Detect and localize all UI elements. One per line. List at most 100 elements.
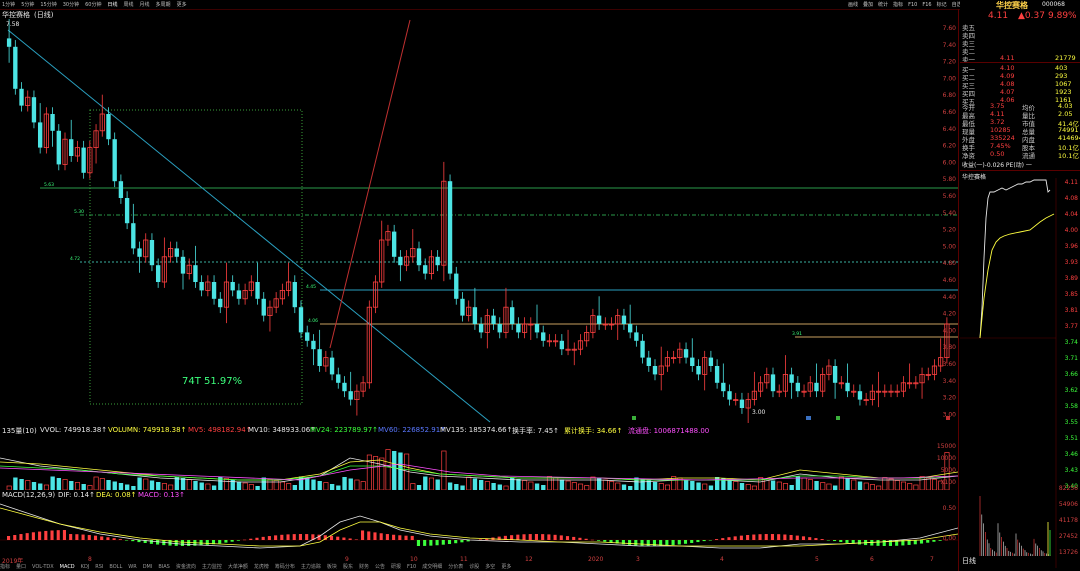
indicator-tabs: 指标 量口 VOL-TDX MACD KDJ RSI BOLL WR DMI BIAS 资金流向 主力… xyxy=(0,563,960,571)
indicator-tab[interactable]: 更多 xyxy=(501,564,511,570)
indicator-tab[interactable]: DMI xyxy=(143,564,153,570)
indicator-tab[interactable]: 多空 xyxy=(485,564,495,570)
indicator-tab[interactable]: 大单净额 xyxy=(228,564,248,570)
indicator-tab[interactable]: 分价表 xyxy=(448,564,463,570)
vol-vvol: VVOL: 749918.38↑ xyxy=(40,426,108,434)
indicator-tab[interactable]: 资金流向 xyxy=(176,564,196,570)
macd-bar xyxy=(56,530,60,540)
indicator-tab[interactable]: KDJ xyxy=(81,564,90,570)
tab-more[interactable]: 更多 xyxy=(177,2,187,8)
date-tick: 3 xyxy=(636,556,640,563)
volume-bar xyxy=(224,478,230,490)
volume-bar xyxy=(559,479,565,490)
tab-daily[interactable]: 日线 xyxy=(108,2,118,8)
ask-row[interactable]: 卖四 xyxy=(960,30,1080,40)
order-book: 卖五 卖四 卖三 卖二 卖一 4.11 21779 买一 4.10 403 买二 4.09 293 买三 4… xyxy=(960,22,1080,106)
candlestick-chart[interactable]: 5.63 5.30 4.72 4.45 4.06 3.91 7.60 7.40 7.20 7.0… xyxy=(0,18,958,423)
bid-row[interactable]: 买四 4.07 1923 xyxy=(960,88,1080,98)
macd-bar xyxy=(808,537,812,540)
indicator-tab[interactable]: 板块 xyxy=(327,564,337,570)
indicator-tab[interactable]: 龙虎榜 xyxy=(254,564,269,570)
intraday-tick: 4.11 xyxy=(1065,179,1079,186)
stat-label: 净资 xyxy=(962,152,975,160)
candle-body xyxy=(416,248,422,266)
bid-row[interactable]: 买二 4.09 293 xyxy=(960,72,1080,82)
stat-row[interactable]: 换手 7.45% 股本 10.1亿 xyxy=(960,142,1080,152)
tab-monthly[interactable]: 月线 xyxy=(140,2,150,8)
indicator-tab[interactable]: BIAS xyxy=(158,564,170,570)
vol-turnover: 换手率: 7.45↑ xyxy=(512,427,560,435)
intraday-chart[interactable]: 4.11 4.08 4.04 4.00 3.96 3.93 3.89 3.85 3.81 3.77… xyxy=(960,178,1080,568)
indicator-tab[interactable]: MACD xyxy=(60,564,75,570)
indicator-tab[interactable]: 公告 xyxy=(375,564,385,570)
indicator-tab[interactable]: 主力追踪 xyxy=(301,564,321,570)
indicator-tab[interactable]: 诊股 xyxy=(469,564,479,570)
tab-1min[interactable]: 1分钟 xyxy=(2,2,15,8)
stat-row[interactable]: 今开 3.75 均价 4.03 xyxy=(960,102,1080,112)
indicator-tab[interactable]: 指标 xyxy=(0,564,10,570)
tab-5min[interactable]: 5分钟 xyxy=(21,2,34,8)
tab-60min[interactable]: 60分钟 xyxy=(85,2,101,8)
volume-chart[interactable]: 15000 10000 5000 X100 xyxy=(0,436,958,490)
mini-tab[interactable]: 日线 xyxy=(962,556,976,566)
tool-overlay[interactable]: 叠加 xyxy=(863,2,873,8)
indicator-tab[interactable]: 成交明细 xyxy=(422,564,442,570)
tab-multi[interactable]: 多周期 xyxy=(156,2,171,8)
volume-bar xyxy=(186,479,192,490)
tool-draw[interactable]: 画线 xyxy=(848,2,858,8)
volume-bar xyxy=(814,481,819,490)
indicator-tab[interactable]: 主力监控 xyxy=(202,564,222,570)
tool-stats[interactable]: 统计 xyxy=(878,2,888,8)
ask-row[interactable]: 卖二 xyxy=(960,46,1080,56)
indicator-tab[interactable]: F10 xyxy=(407,564,416,570)
candle-body xyxy=(714,366,720,383)
indicator-tab[interactable]: 财务 xyxy=(359,564,369,570)
ask-row[interactable]: 卖五 xyxy=(960,22,1080,32)
volume-bar xyxy=(820,482,826,490)
candle-body xyxy=(814,382,819,392)
indicator-tab[interactable]: RSI xyxy=(95,564,103,570)
stat-row[interactable]: 净资 0.50 流通 10.1亿 xyxy=(960,150,1080,160)
tab-weekly[interactable]: 周线 xyxy=(124,2,134,8)
indicator-tab[interactable]: WR xyxy=(128,564,136,570)
stat-row[interactable]: 外盘335224内盘414694 xyxy=(960,134,1080,144)
tool-mark[interactable]: 标记 xyxy=(937,2,947,8)
candle-body xyxy=(491,315,496,324)
candle-body xyxy=(149,240,155,266)
event-marker xyxy=(946,416,950,420)
quote-price-row: 4.11 ▲0.37 9.89% xyxy=(960,11,1080,21)
indicator-tab[interactable]: VOL-TDX xyxy=(32,564,54,570)
macd-chart[interactable]: 0.50 0.00 xyxy=(0,500,958,556)
volume-bar xyxy=(690,481,695,490)
bid-volume: 293 xyxy=(1055,72,1068,80)
volume-bar xyxy=(435,479,440,490)
tool-f10[interactable]: F10 xyxy=(908,2,917,8)
tool-f16[interactable]: F16 xyxy=(922,2,931,8)
candle-body xyxy=(56,130,61,165)
tab-15min[interactable]: 15分钟 xyxy=(40,2,56,8)
intraday-tick: 4.08 xyxy=(1065,195,1079,202)
ask-row[interactable]: 卖一 4.11 21779 xyxy=(960,54,1080,64)
bid-row[interactable]: 买一 4.10 403 xyxy=(960,64,1080,74)
candle-body xyxy=(447,181,453,274)
quote-code: 000068 xyxy=(1042,1,1065,8)
indicator-tab[interactable]: 量口 xyxy=(16,564,26,570)
volume-tick: X100 xyxy=(940,479,956,486)
ask-row[interactable]: 卖三 xyxy=(960,38,1080,48)
stat-row[interactable]: 最低 3.72 市值 41.4亿 xyxy=(960,118,1080,128)
tool-indicator[interactable]: 指标 xyxy=(893,2,903,8)
bid-row[interactable]: 买三 4.08 1067 xyxy=(960,80,1080,90)
volume-bar xyxy=(770,480,776,490)
volume-bar xyxy=(342,477,347,490)
stat-row[interactable]: 现量 10285 总量 74991 xyxy=(960,126,1080,136)
stat-row[interactable]: 最高 4.11 量比 2.05 xyxy=(960,110,1080,120)
indicator-tab[interactable]: BOLL xyxy=(109,564,122,570)
volume-bar xyxy=(137,477,142,490)
indicator-tab[interactable]: 筹码分布 xyxy=(275,564,295,570)
indicator-tab[interactable]: 股东 xyxy=(343,564,353,570)
tab-30min[interactable]: 30分钟 xyxy=(63,2,79,8)
intraday-tick: 4.04 xyxy=(1065,211,1079,218)
volume-bar xyxy=(267,478,273,490)
indicator-tab[interactable]: 研报 xyxy=(391,564,401,570)
macd-bar xyxy=(230,540,234,542)
